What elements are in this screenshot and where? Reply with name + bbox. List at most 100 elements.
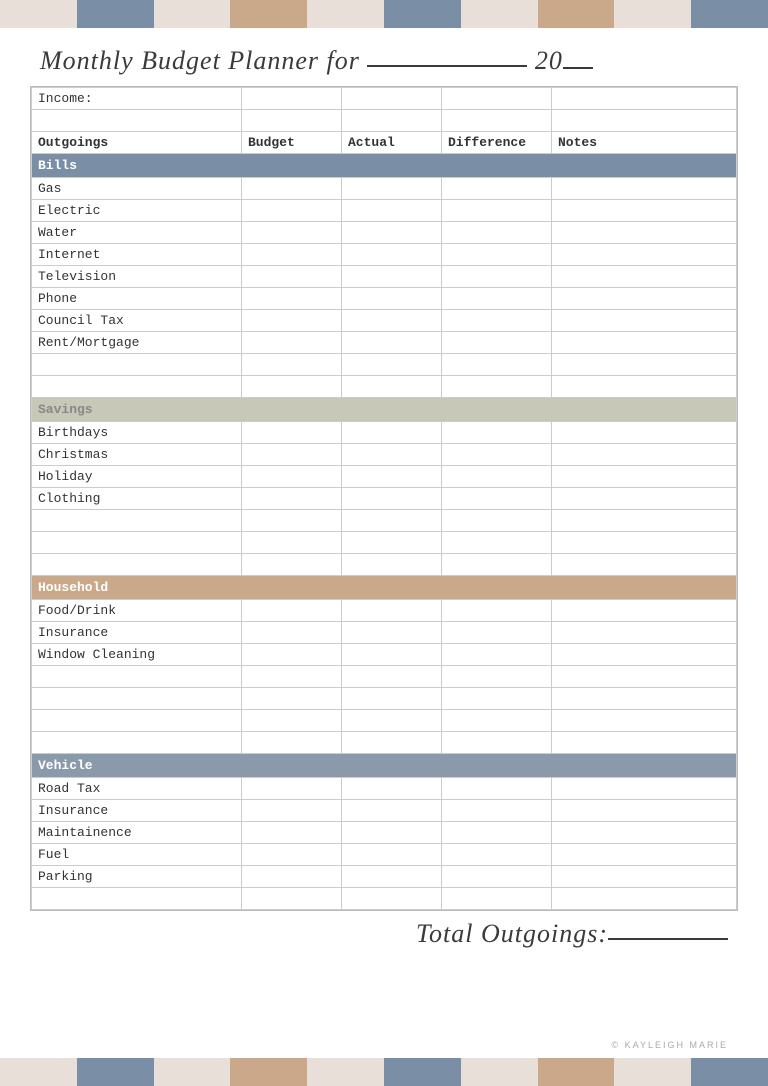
- income-diff-cell[interactable]: [442, 88, 552, 110]
- actual-insurance-vehicle[interactable]: [342, 800, 442, 822]
- notes-gas[interactable]: [552, 178, 737, 200]
- budget-clothing[interactable]: [242, 488, 342, 510]
- row-television: Television: [32, 266, 737, 288]
- diff-christmas[interactable]: [442, 444, 552, 466]
- deco-seg-8: [538, 0, 615, 28]
- budget-phone[interactable]: [242, 288, 342, 310]
- notes-electric[interactable]: [552, 200, 737, 222]
- notes-television[interactable]: [552, 266, 737, 288]
- actual-fuel[interactable]: [342, 844, 442, 866]
- total-outgoings-blank[interactable]: [608, 938, 728, 940]
- diff-food-drink[interactable]: [442, 600, 552, 622]
- income-actual-cell[interactable]: [342, 88, 442, 110]
- diff-gas[interactable]: [442, 178, 552, 200]
- diff-road-tax[interactable]: [442, 778, 552, 800]
- diff-clothing[interactable]: [442, 488, 552, 510]
- budget-holiday[interactable]: [242, 466, 342, 488]
- notes-council-tax[interactable]: [552, 310, 737, 332]
- diff-birthdays[interactable]: [442, 422, 552, 444]
- budget-window-cleaning[interactable]: [242, 644, 342, 666]
- budget-electric[interactable]: [242, 200, 342, 222]
- actual-television[interactable]: [342, 266, 442, 288]
- diff-maintainence[interactable]: [442, 822, 552, 844]
- notes-food-drink[interactable]: [552, 600, 737, 622]
- budget-food-drink[interactable]: [242, 600, 342, 622]
- actual-parking[interactable]: [342, 866, 442, 888]
- actual-insurance-household[interactable]: [342, 622, 442, 644]
- actual-phone[interactable]: [342, 288, 442, 310]
- budget-maintainence[interactable]: [242, 822, 342, 844]
- notes-birthdays[interactable]: [552, 422, 737, 444]
- row-rent-mortgage: Rent/Mortgage: [32, 332, 737, 354]
- budget-insurance-household[interactable]: [242, 622, 342, 644]
- copyright: © KAYLEIGH MARIE: [612, 1040, 729, 1050]
- actual-christmas[interactable]: [342, 444, 442, 466]
- income-budget-cell[interactable]: [242, 88, 342, 110]
- notes-clothing[interactable]: [552, 488, 737, 510]
- actual-internet[interactable]: [342, 244, 442, 266]
- label-food-drink: Food/Drink: [32, 600, 242, 622]
- actual-water[interactable]: [342, 222, 442, 244]
- income-notes-cell[interactable]: [552, 88, 737, 110]
- diff-insurance-vehicle[interactable]: [442, 800, 552, 822]
- year-blank[interactable]: [563, 67, 593, 69]
- budget-water[interactable]: [242, 222, 342, 244]
- actual-maintainence[interactable]: [342, 822, 442, 844]
- notes-road-tax[interactable]: [552, 778, 737, 800]
- diff-window-cleaning[interactable]: [442, 644, 552, 666]
- notes-fuel[interactable]: [552, 844, 737, 866]
- budget-insurance-vehicle[interactable]: [242, 800, 342, 822]
- actual-holiday[interactable]: [342, 466, 442, 488]
- notes-insurance-household[interactable]: [552, 622, 737, 644]
- budget-table: Income: Outgoings Budget Actual Differen…: [31, 87, 737, 910]
- diff-insurance-household[interactable]: [442, 622, 552, 644]
- diff-television[interactable]: [442, 266, 552, 288]
- bottom-deco-seg-7: [461, 1058, 538, 1086]
- notes-maintainence[interactable]: [552, 822, 737, 844]
- budget-gas[interactable]: [242, 178, 342, 200]
- budget-road-tax[interactable]: [242, 778, 342, 800]
- actual-electric[interactable]: [342, 200, 442, 222]
- diff-fuel[interactable]: [442, 844, 552, 866]
- row-insurance-household: Insurance: [32, 622, 737, 644]
- diff-electric[interactable]: [442, 200, 552, 222]
- actual-clothing[interactable]: [342, 488, 442, 510]
- actual-council-tax[interactable]: [342, 310, 442, 332]
- budget-council-tax[interactable]: [242, 310, 342, 332]
- diff-holiday[interactable]: [442, 466, 552, 488]
- notes-holiday[interactable]: [552, 466, 737, 488]
- diff-council-tax[interactable]: [442, 310, 552, 332]
- diff-water[interactable]: [442, 222, 552, 244]
- notes-rent-mortgage[interactable]: [552, 332, 737, 354]
- budget-rent-mortgage[interactable]: [242, 332, 342, 354]
- diff-phone[interactable]: [442, 288, 552, 310]
- actual-rent-mortgage[interactable]: [342, 332, 442, 354]
- budget-birthdays[interactable]: [242, 422, 342, 444]
- name-blank[interactable]: [367, 65, 527, 67]
- actual-road-tax[interactable]: [342, 778, 442, 800]
- col-header-difference: Difference: [442, 132, 552, 154]
- diff-internet[interactable]: [442, 244, 552, 266]
- notes-phone[interactable]: [552, 288, 737, 310]
- budget-fuel[interactable]: [242, 844, 342, 866]
- actual-gas[interactable]: [342, 178, 442, 200]
- savings-empty-1: [32, 510, 737, 532]
- notes-parking[interactable]: [552, 866, 737, 888]
- actual-birthdays[interactable]: [342, 422, 442, 444]
- budget-internet[interactable]: [242, 244, 342, 266]
- vehicle-label: Vehicle: [32, 754, 737, 778]
- label-television: Television: [32, 266, 242, 288]
- diff-parking[interactable]: [442, 866, 552, 888]
- diff-rent-mortgage[interactable]: [442, 332, 552, 354]
- budget-christmas[interactable]: [242, 444, 342, 466]
- notes-christmas[interactable]: [552, 444, 737, 466]
- actual-window-cleaning[interactable]: [342, 644, 442, 666]
- budget-television[interactable]: [242, 266, 342, 288]
- notes-window-cleaning[interactable]: [552, 644, 737, 666]
- household-empty-2: [32, 688, 737, 710]
- notes-insurance-vehicle[interactable]: [552, 800, 737, 822]
- notes-internet[interactable]: [552, 244, 737, 266]
- actual-food-drink[interactable]: [342, 600, 442, 622]
- notes-water[interactable]: [552, 222, 737, 244]
- budget-parking[interactable]: [242, 866, 342, 888]
